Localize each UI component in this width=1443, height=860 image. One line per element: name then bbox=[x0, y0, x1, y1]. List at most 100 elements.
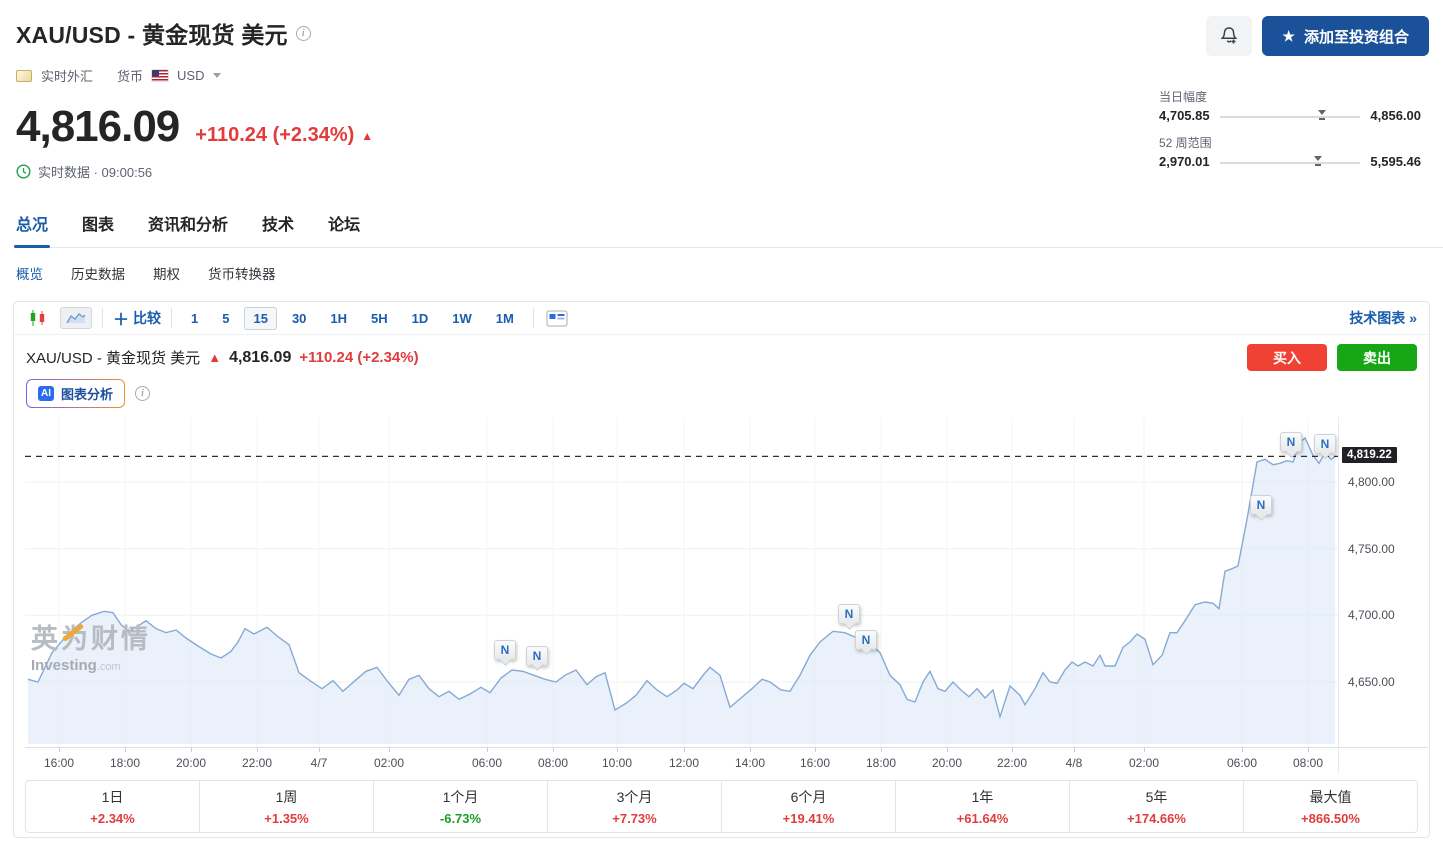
buy-button[interactable]: 买入 bbox=[1247, 344, 1327, 371]
x-axis-tick bbox=[389, 748, 390, 752]
timeframe-15[interactable]: 15 bbox=[244, 307, 276, 330]
page-title: XAU/USD - 黄金现货 美元 bbox=[16, 16, 288, 50]
y-axis-label: 4,750.00 bbox=[1348, 542, 1395, 556]
y-axis-label: 4,700.00 bbox=[1348, 608, 1395, 622]
perf-cell-1m: 1个月-6.73% bbox=[374, 781, 548, 832]
perf-cell-6m: 6个月+19.41% bbox=[722, 781, 896, 832]
main-tabs: 总况 图表 资讯和分析 技术 论坛 bbox=[16, 211, 1443, 248]
toolbar-divider bbox=[171, 308, 172, 328]
x-axis-label: 18:00 bbox=[110, 756, 140, 770]
candlestick-icon bbox=[28, 309, 48, 327]
page-header: XAU/USD - 黄金现货 美元 i ★ 添加至投资组合 bbox=[0, 0, 1443, 56]
timeframe-30[interactable]: 30 bbox=[283, 307, 315, 330]
chart-last-price: 4,816.09 bbox=[229, 349, 291, 367]
x-axis-label: 12:00 bbox=[669, 756, 699, 770]
x-axis-label: 20:00 bbox=[176, 756, 206, 770]
x-axis-tick bbox=[815, 748, 816, 752]
news-marker[interactable]: N bbox=[494, 640, 516, 660]
subtab-options[interactable]: 期权 bbox=[153, 263, 180, 283]
timeframe-1w[interactable]: 1W bbox=[443, 307, 481, 330]
compare-button[interactable]: ＋ 比较 bbox=[113, 306, 161, 330]
tab-chart[interactable]: 图表 bbox=[82, 211, 114, 235]
clock-icon bbox=[16, 164, 31, 179]
bell-plus-icon bbox=[1219, 26, 1239, 46]
x-axis-tick bbox=[125, 748, 126, 752]
chart-header: XAU/USD - 黄金现货 美元 ▲ 4,816.09 +110.24 (+2… bbox=[14, 335, 1429, 371]
timeframe-1d[interactable]: 1D bbox=[403, 307, 438, 330]
chart-card: ＋ 比较 1 5 15 30 1H 5H 1D 1W 1M 技术图表 » bbox=[13, 301, 1430, 838]
info-icon[interactable]: i bbox=[135, 386, 150, 401]
week52-range-low: 2,970.01 bbox=[1159, 154, 1210, 169]
portfolio-button-label: 添加至投资组合 bbox=[1304, 26, 1409, 47]
technical-chart-link[interactable]: 技术图表 » bbox=[1349, 308, 1417, 328]
x-axis-label: 20:00 bbox=[932, 756, 962, 770]
x-axis-tick bbox=[553, 748, 554, 752]
tab-overview[interactable]: 总况 bbox=[16, 211, 48, 235]
x-axis-tick bbox=[1242, 748, 1243, 752]
news-marker[interactable]: N bbox=[855, 630, 877, 650]
timeframe-1m[interactable]: 1M bbox=[487, 307, 523, 330]
price-chart[interactable]: 英为财情 Investing.com NNNNNNN bbox=[25, 417, 1338, 747]
x-axis-tick bbox=[881, 748, 882, 752]
chevron-down-icon[interactable] bbox=[213, 73, 221, 78]
up-arrow-icon: ▲ bbox=[208, 350, 221, 365]
timeframe-1[interactable]: 1 bbox=[182, 307, 207, 330]
news-marker[interactable]: N bbox=[1314, 434, 1336, 454]
plus-icon: ＋ bbox=[113, 306, 129, 330]
toolbar-divider bbox=[102, 308, 103, 328]
x-axis-label: 10:00 bbox=[602, 756, 632, 770]
x-axis-tick bbox=[487, 748, 488, 752]
timeframe-1h[interactable]: 1H bbox=[321, 307, 356, 330]
week52-range-high: 5,595.46 bbox=[1370, 154, 1421, 169]
news-marker[interactable]: N bbox=[838, 604, 860, 624]
ai-analysis-label: 图表分析 bbox=[61, 384, 113, 403]
tab-forum[interactable]: 论坛 bbox=[328, 211, 360, 235]
x-axis-tick bbox=[1308, 748, 1309, 752]
week52-range-label: 52 周范围 bbox=[1159, 134, 1421, 151]
instrument-meta: 实时外汇 货币 USD bbox=[16, 66, 1443, 85]
perf-cell-1y: 1年+61.64% bbox=[896, 781, 1070, 832]
candlestick-chart-button[interactable] bbox=[26, 307, 50, 329]
x-axis-tick bbox=[1012, 748, 1013, 752]
x-axis-tick bbox=[684, 748, 685, 752]
subtab-overview[interactable]: 概览 bbox=[16, 263, 43, 283]
day-range-slider bbox=[1220, 110, 1361, 122]
currency-value[interactable]: USD bbox=[177, 68, 204, 83]
info-icon[interactable]: i bbox=[296, 26, 311, 41]
sell-button[interactable]: 卖出 bbox=[1337, 344, 1417, 371]
subtab-historical-data[interactable]: 历史数据 bbox=[71, 263, 125, 283]
price-axis: 4,800.004,750.004,700.004,650.004,819.22 bbox=[1338, 417, 1428, 773]
x-axis-label: 18:00 bbox=[866, 756, 896, 770]
timeframe-group: 1 5 15 30 1H 5H 1D 1W 1M bbox=[182, 307, 523, 330]
x-axis-tick bbox=[191, 748, 192, 752]
area-chart-button[interactable] bbox=[60, 307, 92, 329]
x-axis-label: 4/8 bbox=[1066, 756, 1083, 770]
timeframe-5[interactable]: 5 bbox=[213, 307, 238, 330]
add-to-portfolio-button[interactable]: ★ 添加至投资组合 bbox=[1262, 16, 1429, 56]
ai-chart-analysis-button[interactable]: AI 图表分析 bbox=[26, 379, 125, 408]
gold-instrument-icon bbox=[16, 70, 32, 82]
subtab-currency-converter[interactable]: 货币转换器 bbox=[208, 263, 276, 283]
chart-svg bbox=[25, 417, 1338, 747]
create-alert-button[interactable] bbox=[1206, 16, 1252, 56]
day-range-high: 4,856.00 bbox=[1370, 108, 1421, 123]
timeframe-5h[interactable]: 5H bbox=[362, 307, 397, 330]
perf-cell-max: 最大值+866.50% bbox=[1244, 781, 1417, 832]
tab-technical[interactable]: 技术 bbox=[262, 211, 294, 235]
news-panel-button[interactable] bbox=[544, 308, 570, 329]
time-axis: 16:0018:0020:0022:004/702:0006:0008:0010… bbox=[25, 747, 1428, 774]
news-marker[interactable]: N bbox=[1280, 432, 1302, 452]
x-axis-tick bbox=[59, 748, 60, 752]
y-axis-label: 4,650.00 bbox=[1348, 675, 1395, 689]
market-type-label: 实时外汇 bbox=[41, 66, 93, 85]
news-marker[interactable]: N bbox=[526, 646, 548, 666]
us-flag-icon bbox=[152, 70, 168, 81]
week52-range-slider bbox=[1220, 156, 1361, 168]
tab-news-analysis[interactable]: 资讯和分析 bbox=[148, 211, 228, 235]
sub-tabs: 概览 历史数据 期权 货币转换器 bbox=[16, 263, 1443, 283]
x-axis-label: 02:00 bbox=[374, 756, 404, 770]
day-range-marker bbox=[1318, 110, 1326, 120]
perf-cell-1d: 1日+2.34% bbox=[26, 781, 200, 832]
news-marker[interactable]: N bbox=[1250, 495, 1272, 515]
perf-cell-5y: 5年+174.66% bbox=[1070, 781, 1244, 832]
